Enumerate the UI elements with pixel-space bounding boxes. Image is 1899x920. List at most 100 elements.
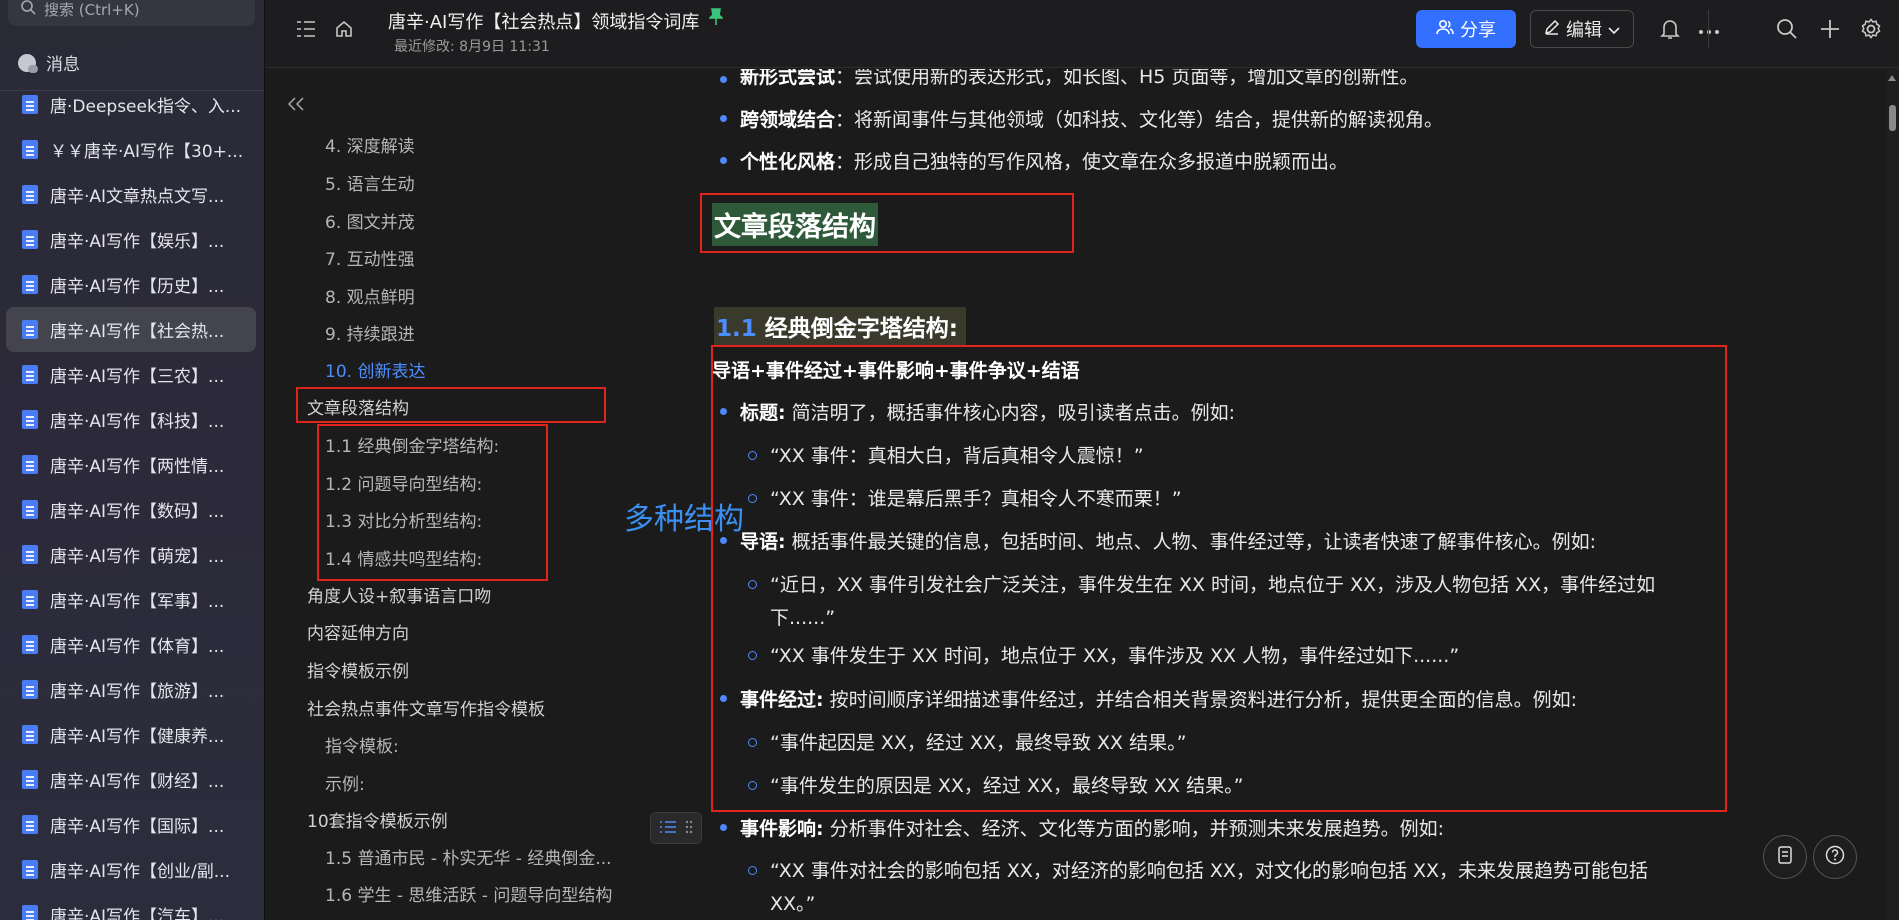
outline-item[interactable]: 5. 语言生动	[325, 170, 415, 195]
sidebar-doc-item[interactable]: 唐辛·AI写作【萌宠】...	[6, 532, 256, 577]
document-icon	[22, 320, 38, 339]
sidebar-doc-item[interactable]: 唐辛·AI文章热点文写...	[6, 172, 256, 217]
sidebar-doc-item[interactable]: 唐辛·AI写作【国际】...	[6, 802, 256, 847]
paragraph: XX。”	[770, 893, 816, 915]
document-icon	[22, 185, 38, 204]
share-label: 分享	[1460, 20, 1496, 41]
sidebar-doc-label: 唐辛·AI写作【国际】...	[50, 817, 225, 837]
sidebar-doc-label: 唐辛·AI写作【娱乐】...	[50, 232, 225, 252]
sidebar-doc-item[interactable]: 唐辛·AI写作【娱乐】...	[6, 217, 256, 262]
doc-info-button[interactable]	[1763, 835, 1807, 879]
sidebar-doc-label: 唐辛·AI写作【创业/副...	[50, 862, 230, 882]
scroll-thumb[interactable]	[1889, 105, 1896, 131]
sidebar-doc-label: 唐辛·AI写作【旅游】...	[50, 682, 225, 702]
sidebar-doc-item[interactable]: 唐辛·AI写作【体育】...	[6, 622, 256, 667]
sidebar-doc-item[interactable]: 唐辛·AI写作【旅游】...	[6, 667, 256, 712]
outline-item[interactable]: 社会热点事件文章写作指令模板	[307, 695, 545, 720]
search-placeholder: 搜索 (Ctrl+K)	[44, 0, 140, 19]
sidebar-doc-item[interactable]: 唐辛·AI写作【科技】...	[6, 397, 256, 442]
edit-button[interactable]: 编辑	[1530, 10, 1634, 48]
document-title: 唐辛·AI写作【社会热点】领域指令词库	[388, 12, 700, 33]
edit-label: 编辑	[1566, 20, 1602, 41]
bell-icon[interactable]	[1660, 18, 1680, 43]
heading-2: 1.1 经典倒金字塔结构:	[714, 307, 966, 345]
document-icon	[22, 365, 38, 384]
outline-item[interactable]: 9. 持续跟进	[325, 320, 415, 345]
document-icon	[22, 680, 38, 699]
document-icon	[22, 95, 38, 114]
share-button[interactable]: 分享	[1416, 10, 1516, 48]
outline-item[interactable]: 10套指令模板示例	[307, 807, 448, 832]
sidebar-doc-label: 唐辛·AI写作【历史】...	[50, 277, 225, 297]
sidebar-doc-label: 唐辛·AI写作【财经】...	[50, 772, 225, 792]
scroll-up-arrow-icon[interactable]	[1888, 75, 1896, 81]
sidebar-doc-item[interactable]: 唐辛·AI写作【健康养...	[6, 712, 256, 757]
block-tools[interactable]	[650, 812, 702, 844]
outline-item[interactable]: 8. 观点鲜明	[325, 283, 415, 308]
sidebar-doc-label: ￥￥唐辛·AI写作【30+...	[50, 142, 244, 162]
sidebar-doc-item[interactable]: 唐辛·AI写作【创业/副...	[6, 847, 256, 892]
sidebar-doc-item[interactable]: ￥￥唐辛·AI写作【30+...	[6, 127, 256, 172]
doc-info-icon	[1777, 845, 1793, 869]
sidebar-doc-label: 唐·Deepseek指令、入...	[50, 97, 242, 117]
sub-bullet	[748, 866, 757, 875]
sidebar-doc-item[interactable]: 唐辛·AI写作【三农】...	[6, 352, 256, 397]
outline-item[interactable]: 示例:	[325, 770, 365, 795]
message-icon	[18, 53, 38, 73]
sidebar-doc-item[interactable]: 唐辛·AI写作【军事】...	[6, 577, 256, 622]
bullet	[720, 824, 727, 831]
sidebar-doc-label: 唐辛·AI写作【数码】...	[50, 502, 225, 522]
document-icon	[22, 905, 38, 920]
outline-item[interactable]: 指令模板示例	[307, 657, 409, 682]
sidebar-doc-label: 唐辛·AI写作【体育】...	[50, 637, 225, 657]
messages-item[interactable]: 消息	[18, 50, 80, 75]
sidebar-doc-label: 唐辛·AI写作【军事】...	[50, 592, 225, 612]
doc-list: 唐·Deepseek指令、入... ￥￥唐辛·AI写作【30+... 唐辛·AI文章…	[6, 82, 256, 920]
help-button[interactable]	[1813, 835, 1857, 879]
sidebar-doc-item[interactable]: 唐辛·AI写作【历史】...	[6, 262, 256, 307]
sidebar-doc-label: 唐辛·AI写作【三农】...	[50, 367, 225, 387]
scrollbar[interactable]	[1886, 69, 1899, 920]
users-icon	[1436, 19, 1454, 40]
plus-icon[interactable]	[1819, 18, 1841, 43]
sidebar-doc-label: 唐辛·AI写作【科技】...	[50, 412, 225, 432]
outline-item[interactable]: 6. 图文并茂	[325, 208, 415, 233]
outline-item[interactable]: 角度人设+叙事语言口吻	[307, 582, 491, 607]
home-icon[interactable]	[334, 19, 354, 42]
gear-icon[interactable]	[1860, 18, 1882, 43]
toggle-sidebar-icon[interactable]	[296, 20, 316, 41]
outline-item[interactable]: 1.5 普通市民 - 朴实无华 - 经典倒金...	[325, 844, 612, 869]
outline-item[interactable]: 1.6 学生 - 思维活跃 - 问题导向型结构	[325, 881, 612, 906]
document-icon	[22, 545, 38, 564]
sidebar-doc-item[interactable]: 唐·Deepseek指令、入...	[6, 82, 256, 127]
pin-icon[interactable]	[708, 8, 724, 30]
search-icon	[20, 0, 36, 19]
outline-item[interactable]: 指令模板:	[325, 732, 399, 757]
paragraph: 新形式尝试：尝试使用新的表达形式，如长图、H5 页面等，增加文章的创新性。	[740, 69, 1419, 88]
last-modified: 最近修改: 8月9日 11:31	[394, 39, 550, 55]
sidebar-doc-item[interactable]: 唐辛·AI写作【财经】...	[6, 757, 256, 802]
search-box[interactable]: 搜索 (Ctrl+K)	[8, 0, 255, 26]
pencil-icon	[1544, 19, 1560, 40]
document-icon	[22, 770, 38, 789]
sidebar-doc-label: 唐辛·AI写作【健康养...	[50, 727, 225, 747]
outline-item[interactable]: 内容延伸方向	[307, 619, 409, 644]
sidebar-doc-item[interactable]: 唐辛·AI写作【汽车】...	[6, 892, 256, 920]
document-icon	[22, 140, 38, 159]
outline-item[interactable]: 4. 深度解读	[325, 132, 415, 157]
outline-item[interactable]: 7. 互动性强	[325, 245, 415, 270]
top-bar: 唐辛·AI写作【社会热点】领域指令词库 最近修改: 8月9日 11:31 分享 …	[266, 0, 1899, 68]
sidebar-doc-label: 唐辛·AI写作【汽车】...	[50, 907, 225, 920]
outline-item-active[interactable]: 10. 创新表达	[325, 357, 425, 382]
document-icon	[22, 725, 38, 744]
more-icon[interactable]	[1698, 18, 1720, 38]
search-icon[interactable]	[1776, 18, 1798, 43]
document-icon	[22, 860, 38, 879]
sidebar-doc-item[interactable]: 唐辛·AI写作【数码】...	[6, 487, 256, 532]
highlight-box-heading	[700, 193, 1074, 253]
sidebar-doc-item[interactable]: 唐辛·AI写作【社会热...	[6, 307, 256, 352]
collapse-outline-icon[interactable]	[286, 93, 306, 118]
sidebar-doc-item[interactable]: 唐辛·AI写作【两性情...	[6, 442, 256, 487]
list-icon	[659, 819, 677, 838]
bullet	[720, 157, 727, 164]
